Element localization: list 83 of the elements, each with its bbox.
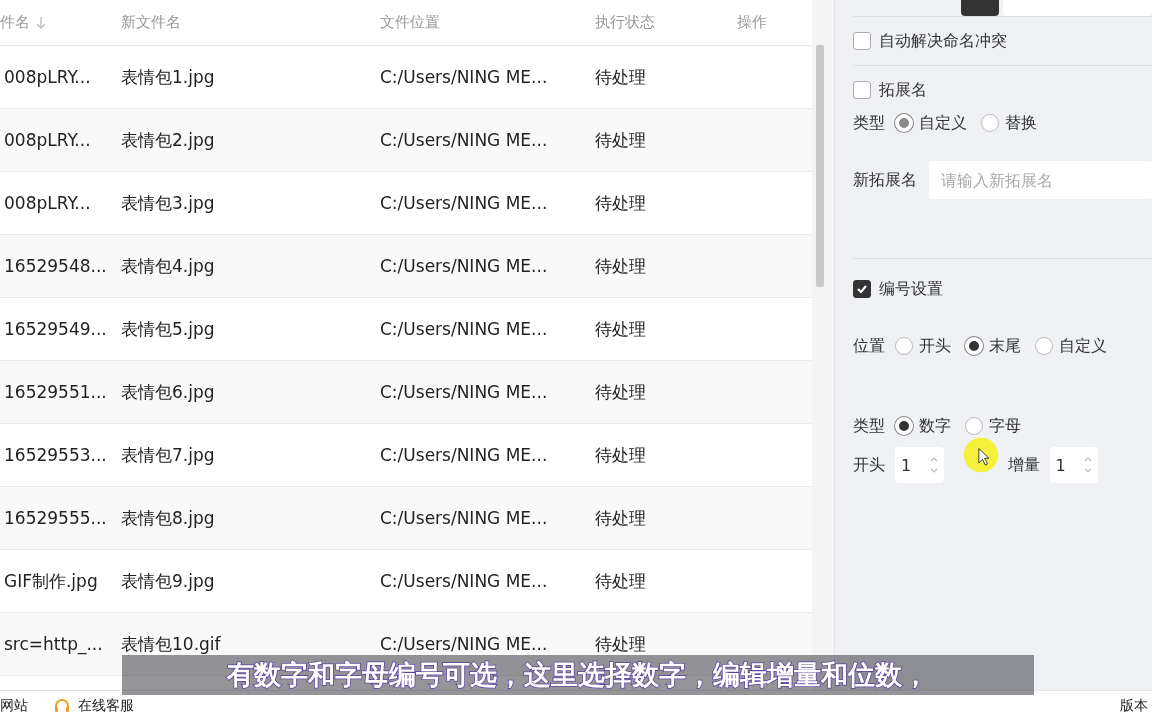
field-label: 类型 <box>853 112 885 134</box>
sort-arrow-icon[interactable] <box>36 15 46 30</box>
status-link[interactable]: 网站 <box>0 696 28 715</box>
table-cell: 16529555... <box>4 508 107 528</box>
table-row[interactable]: 16529555... 表情包8.jpg C:/Users/NING ME... 待处理 <box>0 487 812 550</box>
radio-label[interactable]: 末尾 <box>989 335 1021 357</box>
subtitle-caption: 有数字和字母编号可选，这里选择数字，编辑增量和位数， <box>122 655 1034 695</box>
table-cell: 表情包8.jpg <box>121 507 215 528</box>
table-cell: 008pLRY... <box>4 193 91 213</box>
table-cell: 待处理 <box>595 444 646 465</box>
spinner-arrows-icon[interactable] <box>1084 455 1092 475</box>
number-field[interactable]: 1 <box>1049 447 1098 483</box>
scrollbar[interactable] <box>816 45 824 287</box>
radio-button[interactable] <box>1035 337 1053 355</box>
table-cell: 表情包4.jpg <box>121 255 215 276</box>
table-row[interactable]: 16529551... 表情包6.jpg C:/Users/NING ME... 待处理 <box>0 361 812 424</box>
radio-label[interactable]: 替换 <box>1005 112 1037 134</box>
table-cell: 16529549... <box>4 319 107 339</box>
table-cell: GIF制作.jpg <box>4 570 98 591</box>
table-row[interactable]: 16529548... 表情包4.jpg C:/Users/NING ME... 待处理 <box>0 235 812 298</box>
field-label: 增量 <box>1007 454 1040 476</box>
table-cell: 008pLRY... <box>4 130 91 150</box>
table-cell: 表情包1.jpg <box>121 66 215 87</box>
table-cell: 表情包5.jpg <box>121 318 215 339</box>
table-cell: 待处理 <box>595 129 646 150</box>
radio-button[interactable] <box>895 337 913 355</box>
field-label: 开头 <box>853 454 885 476</box>
table-cell: 待处理 <box>595 570 646 591</box>
table-cell: 表情包9.jpg <box>121 570 215 591</box>
table-cell: 待处理 <box>595 633 646 654</box>
mouse-cursor-icon <box>963 437 999 473</box>
table-cell: 16529548... <box>4 256 107 276</box>
table-cell: 008pLRY... <box>4 67 91 87</box>
status-link[interactable]: 在线客服 <box>78 696 134 715</box>
table-cell: C:/Users/NING ME... <box>380 571 548 591</box>
spinner-arrows-icon[interactable] <box>929 455 938 475</box>
table-cell: 待处理 <box>595 66 646 87</box>
radio-label[interactable]: 自定义 <box>919 112 967 134</box>
table-cell: C:/Users/NING ME... <box>380 193 548 213</box>
table-cell: 表情包2.jpg <box>121 129 215 150</box>
radio-label[interactable]: 开头 <box>919 335 951 357</box>
table-cell: 待处理 <box>595 255 646 276</box>
table-cell: 待处理 <box>595 318 646 339</box>
table-cell: src=http_... <box>4 634 103 654</box>
radio-label[interactable]: 自定义 <box>1059 335 1107 357</box>
radio-button[interactable] <box>981 114 999 132</box>
table-cell: C:/Users/NING ME... <box>380 382 548 402</box>
checkbox[interactable] <box>853 81 871 99</box>
number-field[interactable]: 1 <box>895 447 944 483</box>
headset-icon[interactable] <box>54 697 70 714</box>
table-cell: C:/Users/NING ME... <box>380 256 548 276</box>
dark-button[interactable] <box>961 0 999 16</box>
table-cell: 16529551... <box>4 382 107 402</box>
checkbox[interactable] <box>853 280 871 298</box>
table-row[interactable]: 008pLRY... 表情包2.jpg C:/Users/NING ME... 待处理 <box>0 109 812 172</box>
table-cell: 16529553... <box>4 445 107 465</box>
radio-label[interactable]: 字母 <box>989 415 1021 437</box>
table-cell: C:/Users/NING ME... <box>380 67 548 87</box>
checkmark-icon <box>856 283 868 295</box>
checkbox-label[interactable]: 拓展名 <box>879 79 927 101</box>
text-field[interactable]: 请输入新拓展名 <box>929 161 1152 199</box>
field-label: 新拓展名 <box>853 169 917 191</box>
table-cell: 表情包3.jpg <box>121 192 215 213</box>
checkbox-label[interactable]: 自动解决命名冲突 <box>879 30 1007 52</box>
table-cell: C:/Users/NING ME... <box>380 508 548 528</box>
table-cell: 待处理 <box>595 507 646 528</box>
input-field[interactable] <box>1003 0 1152 16</box>
field-label: 位置 <box>853 335 885 357</box>
table-cell: C:/Users/NING ME... <box>380 445 548 465</box>
table-cell: C:/Users/NING ME... <box>380 634 548 654</box>
field-label: 类型 <box>853 415 885 437</box>
table-cell: C:/Users/NING ME... <box>380 130 548 150</box>
table-cell: 表情包6.jpg <box>121 381 215 402</box>
table-cell: 待处理 <box>595 381 646 402</box>
checkbox[interactable] <box>853 32 871 50</box>
table-cell: 待处理 <box>595 192 646 213</box>
radio-label[interactable]: 数字 <box>919 415 951 437</box>
version-label: 版本 <box>1120 696 1148 715</box>
radio-button[interactable] <box>965 417 983 435</box>
table-cell: 表情包7.jpg <box>121 444 215 465</box>
table-cell: 表情包10.gif <box>121 633 221 654</box>
checkbox-label[interactable]: 编号设置 <box>879 278 943 300</box>
table-cell: C:/Users/NING ME... <box>380 319 548 339</box>
